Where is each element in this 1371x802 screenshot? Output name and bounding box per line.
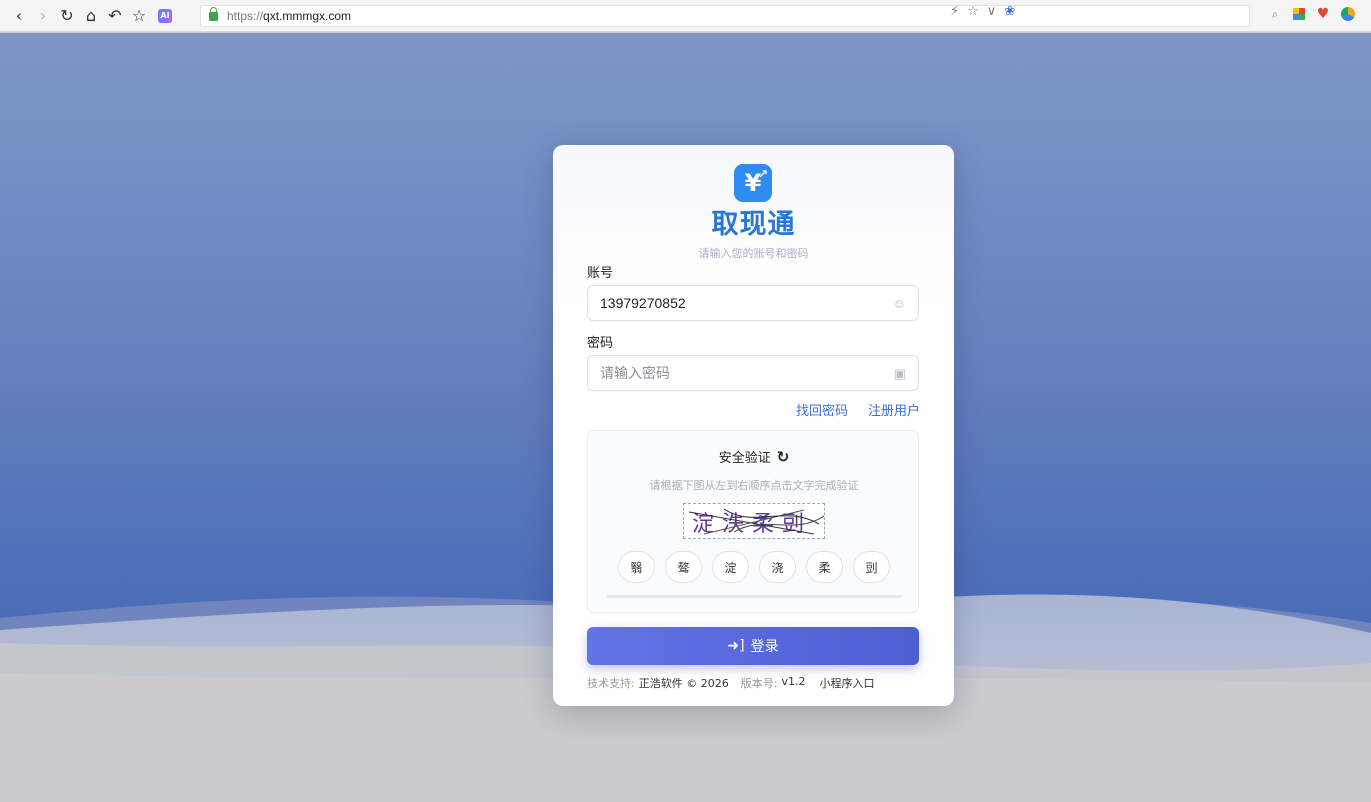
account-label: 账号	[587, 266, 614, 281]
login-icon: ➜]	[727, 638, 745, 654]
support-label: 技术支持:	[587, 677, 635, 690]
extension-ball-icon[interactable]	[1341, 7, 1355, 21]
home-icon[interactable]: ⌂	[80, 5, 102, 27]
lock-icon	[209, 6, 218, 21]
register-link[interactable]: 注册用户	[868, 400, 920, 419]
login-subtitle: 请输入您的账号和密码	[698, 247, 809, 260]
undo-icon[interactable]: ↶	[104, 5, 126, 27]
captcha-choice[interactable]: 翳	[618, 551, 655, 583]
dropdown-chevron-icon[interactable]: ∨	[987, 4, 997, 19]
captcha-choice[interactable]: 浇	[759, 551, 796, 583]
captcha-choice[interactable]: 剅	[853, 551, 890, 583]
address-bar-actions: ⚡︎ ☆ ∨ ❀	[950, 4, 1015, 19]
back-icon[interactable]: ‹	[8, 5, 30, 27]
favorite-icon[interactable]: ☆	[967, 4, 979, 19]
apps-grid-icon[interactable]	[1293, 8, 1305, 20]
captcha-choices: 翳 骜 淀 浇 柔 剅	[618, 551, 890, 583]
account-links: 找回密码 注册用户	[796, 400, 920, 419]
bookmark-star-icon[interactable]: ☆	[128, 5, 150, 27]
footer: 技术支持: 正浩软件 © 2026 版本号: v1.2 小程序入口	[587, 675, 874, 691]
verify-hint: 请根据下图从左到右顺序点击文字完成验证	[649, 479, 859, 492]
support-company: 正浩软件 © 2026	[638, 677, 729, 690]
password-placeholder: 请输入密码	[600, 365, 670, 381]
captcha-choice[interactable]: 骜	[665, 551, 702, 583]
verify-title-text: 安全验证	[718, 451, 771, 466]
app-logo-icon: ¥ ↗	[734, 164, 772, 202]
password-input[interactable]: 请输入密码 ▣	[587, 355, 919, 391]
address-bar[interactable]: https://qxt.mmmgx.com	[200, 5, 1250, 27]
extension-icons: ⌕ ♥	[1267, 6, 1355, 22]
version-label: 版本号:	[740, 677, 778, 690]
miniprogram-link[interactable]: 小程序入口	[819, 675, 874, 691]
verify-progress	[606, 595, 902, 598]
version-value: v1.2	[781, 675, 806, 688]
reload-icon[interactable]: ↻	[56, 5, 78, 27]
app-title: 取现通	[711, 209, 796, 240]
captcha-image[interactable]: 淀 泆 柔 剅	[683, 503, 825, 539]
url-text: https://qxt.mmmgx.com	[227, 9, 352, 23]
paw-search-icon[interactable]: ❀	[1004, 4, 1015, 19]
captcha-choice[interactable]: 柔	[806, 551, 843, 583]
password-label: 密码	[587, 336, 614, 351]
login-button[interactable]: ➜] 登录	[587, 627, 919, 665]
search-icon[interactable]: ⌕	[1267, 6, 1283, 22]
captcha-noise	[688, 508, 824, 535]
lightning-icon[interactable]: ⚡︎	[950, 4, 959, 19]
security-verification: 安全验证 ↻ 请根据下图从左到右顺序点击文字完成验证 淀 泆 柔 剅 翳 骜 淀 …	[587, 430, 919, 613]
refresh-icon[interactable]: ↻	[777, 448, 790, 466]
login-button-label: 登录	[750, 639, 779, 655]
location-pin-icon[interactable]: ♥	[1315, 6, 1331, 22]
account-input-value: 13979270852	[600, 295, 686, 311]
login-card: ¥ ↗ 取现通 请输入您的账号和密码 账号 13979270852 ☺ 密码 请输…	[553, 145, 954, 706]
forward-icon[interactable]: ›	[32, 5, 54, 27]
forgot-password-link[interactable]: 找回密码	[796, 400, 848, 419]
browser-toolbar: ‹ › ↻ ⌂ ↶ ☆ AI https://qxt.mmmgx.com ⚡︎ …	[0, 0, 1371, 32]
account-input[interactable]: 13979270852 ☺	[587, 285, 919, 321]
user-icon: ☺	[892, 296, 906, 311]
ai-assistant-icon[interactable]: AI	[158, 8, 172, 23]
captcha-choice[interactable]: 淀	[712, 551, 749, 583]
verify-title: 安全验证 ↻	[588, 447, 920, 466]
padlock-icon: ▣	[893, 366, 906, 381]
